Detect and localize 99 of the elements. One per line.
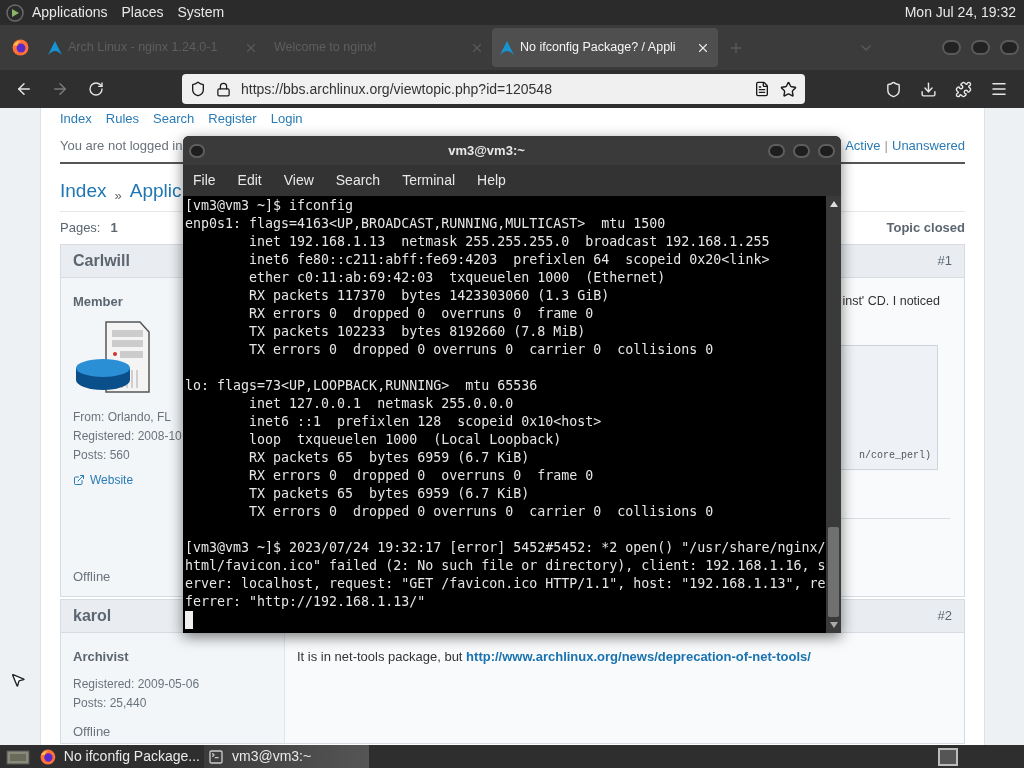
user-detail: Posts: 560 xyxy=(73,446,130,464)
taskbar-button[interactable]: vm3@vm3:~ xyxy=(204,745,369,768)
nav-link[interactable]: Register xyxy=(208,109,257,130)
terminal-line: inet 127.0.0.1 netmask 255.0.0.0 xyxy=(248,395,514,413)
taskbar-button[interactable]: No ifconfig Package... xyxy=(36,745,204,768)
taskbar-label: vm3@vm3:~ xyxy=(232,747,312,766)
breadcrumb-separator: » xyxy=(114,186,122,205)
terminal-line: TX packets 65 bytes 6959 (6.7 KiB) xyxy=(248,485,530,503)
nav-link[interactable]: Rules xyxy=(105,109,140,130)
scroll-up-icon[interactable] xyxy=(829,201,838,207)
window-menu-button[interactable] xyxy=(189,143,205,158)
menu-icon[interactable] xyxy=(990,80,1008,98)
user-detail: Posts: 25,440 xyxy=(73,694,147,712)
terminal-line: RX packets 117370 bytes 1423303060 (1.3 GiB) xyxy=(248,287,610,305)
login-status: You are not logged in xyxy=(60,137,183,156)
post-number[interactable]: #1 xyxy=(937,251,952,271)
breadcrumb-link[interactable]: Index xyxy=(60,176,107,205)
user-rank: Archivist xyxy=(73,648,129,666)
terminal-line: inet6 ::1 prefixlen 128 scopeid 0x10<host> xyxy=(248,413,602,431)
bookmark-star-icon[interactable] xyxy=(780,80,797,98)
terminal-line: inet6 fe80::c211:abff:fe69:4203 prefixlen 64 scopeid 0x20<link> xyxy=(248,251,770,269)
panel-menu[interactable]: System xyxy=(177,2,225,23)
pages-label: Pages: xyxy=(60,219,101,238)
post-link[interactable]: http://www.archlinux.org/news/deprecation-of-net-tools/ xyxy=(466,649,811,664)
breadcrumb-link[interactable]: Applic xyxy=(129,176,182,205)
user-detail: Registered: 2008-10 xyxy=(73,427,182,445)
text-cursor xyxy=(185,611,193,629)
user-detail: From: Orlando, FL xyxy=(73,408,172,426)
scroll-down-icon[interactable] xyxy=(829,622,838,628)
terminal-line: [vm3@vm3 ~]$ ifconfig xyxy=(185,197,354,215)
desktop-icon[interactable] xyxy=(6,748,30,765)
panel-menu[interactable]: Applications xyxy=(32,2,108,23)
terminal-line: TX packets 102233 bytes 8192660 (7.8 MiB) xyxy=(248,323,586,341)
taskbar-label: No ifconfig Package... xyxy=(63,747,200,766)
nav-link[interactable]: Search xyxy=(153,109,195,130)
play-circle-icon[interactable] xyxy=(6,3,24,22)
user-status: Offline xyxy=(73,722,111,741)
terminal-line: ferrer: "http://192.168.1.13/" xyxy=(185,593,426,611)
nav-link[interactable]: Login xyxy=(270,109,303,130)
clock: Mon Jul 24, 19:32 xyxy=(904,3,1017,22)
reload-icon[interactable] xyxy=(88,81,104,97)
post-text: inst' CD. I noticed xyxy=(842,293,940,310)
post-author[interactable]: karol xyxy=(73,604,112,628)
terminal-line: ether c0:11:ab:69:42:03 txqueuelen 1000 (Ethernet) xyxy=(248,269,666,287)
panel-menu[interactable]: Places xyxy=(121,2,164,23)
terminal-line: [vm3@vm3 ~]$ 2023/07/24 19:32:17 [error] 5452#5452: *2 open() "/usr/share/nginx/ xyxy=(185,539,826,557)
link-separator: | xyxy=(884,137,888,156)
user-detail: Registered: 2009-05-06 xyxy=(73,675,200,693)
menu-item[interactable]: File xyxy=(193,170,216,191)
terminal-line: inet 192.168.1.13 netmask 255.255.255.0 broadcast 192.168.1.255 xyxy=(248,233,770,251)
forward-icon[interactable] xyxy=(51,80,69,98)
download-icon[interactable] xyxy=(920,80,937,98)
window-control-button[interactable] xyxy=(793,143,810,158)
reader-view-icon[interactable] xyxy=(754,81,770,97)
quick-link[interactable]: Unanswered xyxy=(892,136,965,156)
terminal-line: enp0s1: flags=4163<UP,BROADCAST,RUNNING,MULTICAST> mtu 1500 xyxy=(185,215,666,233)
url-text: https://bbs.archlinux.org/viewtopic.php?id=120548 xyxy=(241,79,553,99)
terminal-line: RX packets 65 bytes 6959 (6.7 KiB) xyxy=(248,449,530,467)
fox-logo-icon xyxy=(40,748,56,765)
workspace-switcher[interactable] xyxy=(938,747,958,766)
terminal-line: html/favicon.ico" failed (2: No such file or directory), client: 192.168.1.16, s xyxy=(185,557,826,575)
scrollbar[interactable] xyxy=(826,196,841,633)
post-number[interactable]: #2 xyxy=(937,606,952,626)
terminal-line: RX errors 0 dropped 0 overruns 0 frame 0 xyxy=(248,305,594,323)
window-title: vm3@vm3:~ xyxy=(447,141,526,160)
terminal-line: TX errors 0 dropped 0 overruns 0 carrier 0 collisions 0 xyxy=(248,503,714,521)
terminal-icon xyxy=(208,748,224,765)
post-author[interactable]: Carlwill xyxy=(73,249,130,273)
extensions-icon[interactable] xyxy=(955,80,972,98)
menu-item[interactable]: View xyxy=(283,170,314,191)
code-text: n/core_perl) xyxy=(859,448,931,463)
external-link-icon xyxy=(73,473,85,486)
page-number: 1 xyxy=(110,219,118,238)
user-status: Offline xyxy=(73,567,111,586)
user-rank: Member xyxy=(73,293,123,311)
terminal-line: erver: localhost, request: "GET /favicon.ico HTTP/1.1", host: "192.168.1.13", re xyxy=(185,575,826,593)
lock-icon[interactable] xyxy=(216,81,231,97)
topic-status: Topic closed xyxy=(886,219,965,238)
terminal-line: lo: flags=73<UP,LOOPBACK,RUNNING> mtu 65536 xyxy=(185,377,538,395)
tab-title: No ifconfig Package? / Appli xyxy=(520,39,676,57)
post-text: It is in net-tools package, but http://www.archlinux.org/news/deprecation-of-net-tools/ xyxy=(297,648,812,666)
menu-item[interactable]: Terminal xyxy=(402,170,456,191)
window-control-button[interactable] xyxy=(818,143,835,158)
fox-logo-icon xyxy=(11,39,29,56)
terminal-line: TX errors 0 dropped 0 overruns 0 carrier 0 collisions 0 xyxy=(248,341,714,359)
mouse-pointer-icon xyxy=(10,672,26,688)
address-bar[interactable]: https://bbs.archlinux.org/viewtopic.php?id=120548 xyxy=(182,74,805,104)
menu-item[interactable]: Search xyxy=(335,170,381,191)
quick-link[interactable]: Active xyxy=(845,136,881,156)
website-link[interactable]: Website xyxy=(73,470,134,489)
nav-link[interactable]: Index xyxy=(60,109,92,130)
menu-item[interactable]: Edit xyxy=(237,170,262,191)
terminal-line: RX errors 0 dropped 0 overruns 0 frame 0 xyxy=(248,467,594,485)
window-control-button[interactable] xyxy=(768,143,785,158)
shield-icon[interactable] xyxy=(190,81,206,97)
menu-item[interactable]: Help xyxy=(477,170,506,191)
scrollbar-thumb[interactable] xyxy=(828,527,839,617)
browser-tab[interactable]: No ifconfig Package? / Appli xyxy=(492,28,718,67)
terminal-line: loop txqueuelen 1000 (Local Loopback) xyxy=(248,431,562,449)
